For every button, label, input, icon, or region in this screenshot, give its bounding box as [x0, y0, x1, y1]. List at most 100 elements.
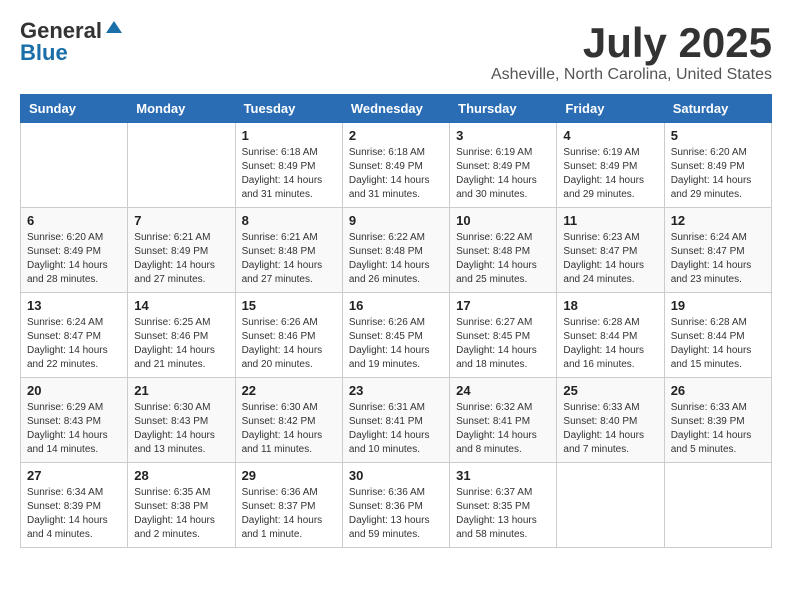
calendar-cell: 30 Sunrise: 6:36 AM Sunset: 8:36 PM Dayli…	[342, 463, 449, 548]
calendar-week-1: 1Sunrise: 6:18 AM Sunset: 8:49 PM Daylig…	[21, 123, 772, 208]
day-number: 3	[456, 128, 550, 143]
day-info: Sunrise: 6:22 AM Sunset: 8:48 PM Dayligh…	[456, 231, 550, 287]
calendar-cell: 20Sunrise: 6:29 AM Sunset: 8:43 PM Dayli…	[21, 378, 128, 463]
day-info: Sunrise: 6:32 AM Sunset: 8:41 PM Dayligh…	[456, 401, 550, 457]
calendar-cell: 18 Sunrise: 6:28 AM Sunset: 8:44 PM Dayli…	[557, 293, 664, 378]
day-number: 30	[349, 468, 443, 483]
calendar-week-3: 13 Sunrise: 6:24 AM Sunset: 8:47 PM Dayli…	[21, 293, 772, 378]
calendar-cell: 31Sunrise: 6:37 AM Sunset: 8:35 PM Dayli…	[450, 463, 557, 548]
day-number: 2	[349, 128, 443, 143]
calendar-cell: 25 Sunrise: 6:33 AM Sunset: 8:40 PM Dayli…	[557, 378, 664, 463]
day-info: Sunrise: 6:21 AM Sunset: 8:49 PM Dayligh…	[134, 231, 228, 287]
calendar-cell: 21Sunrise: 6:30 AM Sunset: 8:43 PM Dayli…	[128, 378, 235, 463]
day-info: Sunrise: 6:31 AM Sunset: 8:41 PM Dayligh…	[349, 401, 443, 457]
calendar-week-4: 20Sunrise: 6:29 AM Sunset: 8:43 PM Dayli…	[21, 378, 772, 463]
day-number: 25	[563, 383, 657, 398]
day-info: Sunrise: 6:36 AM Sunset: 8:37 PM Dayligh…	[242, 486, 336, 542]
col-tuesday: Tuesday	[235, 95, 342, 123]
day-info: Sunrise: 6:34 AM Sunset: 8:39 PM Dayligh…	[27, 486, 121, 542]
day-number: 12	[671, 213, 765, 228]
day-info: Sunrise: 6:20 AM Sunset: 8:49 PM Dayligh…	[27, 231, 121, 287]
calendar-cell: 28 Sunrise: 6:35 AM Sunset: 8:38 PM Dayli…	[128, 463, 235, 548]
calendar-cell: 3 Sunrise: 6:19 AM Sunset: 8:49 PM Daylig…	[450, 123, 557, 208]
day-info: Sunrise: 6:35 AM Sunset: 8:38 PM Dayligh…	[134, 486, 228, 542]
day-info: Sunrise: 6:19 AM Sunset: 8:49 PM Dayligh…	[456, 146, 550, 202]
title-section: July 2025 Asheville, North Carolina, Uni…	[491, 20, 772, 84]
day-number: 8	[242, 213, 336, 228]
calendar-cell: 19 Sunrise: 6:28 AM Sunset: 8:44 PM Dayli…	[664, 293, 771, 378]
day-number: 6	[27, 213, 121, 228]
calendar-body: 1Sunrise: 6:18 AM Sunset: 8:49 PM Daylig…	[21, 123, 772, 548]
calendar-cell: 1Sunrise: 6:18 AM Sunset: 8:49 PM Daylig…	[235, 123, 342, 208]
calendar-cell: 22Sunrise: 6:30 AM Sunset: 8:42 PM Dayli…	[235, 378, 342, 463]
day-info: Sunrise: 6:20 AM Sunset: 8:49 PM Dayligh…	[671, 146, 765, 202]
calendar-cell: 10 Sunrise: 6:22 AM Sunset: 8:48 PM Dayli…	[450, 208, 557, 293]
day-info: Sunrise: 6:28 AM Sunset: 8:44 PM Dayligh…	[563, 316, 657, 372]
day-number: 18	[563, 298, 657, 313]
calendar-cell: 12 Sunrise: 6:24 AM Sunset: 8:47 PM Dayli…	[664, 208, 771, 293]
col-wednesday: Wednesday	[342, 95, 449, 123]
day-number: 4	[563, 128, 657, 143]
day-info: Sunrise: 6:18 AM Sunset: 8:49 PM Dayligh…	[242, 146, 336, 202]
calendar-title: July 2025	[491, 20, 772, 66]
col-friday: Friday	[557, 95, 664, 123]
day-info: Sunrise: 6:24 AM Sunset: 8:47 PM Dayligh…	[27, 316, 121, 372]
calendar-cell: 13 Sunrise: 6:24 AM Sunset: 8:47 PM Dayli…	[21, 293, 128, 378]
calendar-cell: 7Sunrise: 6:21 AM Sunset: 8:49 PM Daylig…	[128, 208, 235, 293]
day-info: Sunrise: 6:18 AM Sunset: 8:49 PM Dayligh…	[349, 146, 443, 202]
calendar-cell: 29 Sunrise: 6:36 AM Sunset: 8:37 PM Dayli…	[235, 463, 342, 548]
day-number: 14	[134, 298, 228, 313]
day-number: 11	[563, 213, 657, 228]
day-number: 19	[671, 298, 765, 313]
day-info: Sunrise: 6:19 AM Sunset: 8:49 PM Dayligh…	[563, 146, 657, 202]
day-info: Sunrise: 6:27 AM Sunset: 8:45 PM Dayligh…	[456, 316, 550, 372]
calendar-cell: 14 Sunrise: 6:25 AM Sunset: 8:46 PM Dayli…	[128, 293, 235, 378]
day-info: Sunrise: 6:26 AM Sunset: 8:45 PM Dayligh…	[349, 316, 443, 372]
day-info: Sunrise: 6:24 AM Sunset: 8:47 PM Dayligh…	[671, 231, 765, 287]
day-info: Sunrise: 6:29 AM Sunset: 8:43 PM Dayligh…	[27, 401, 121, 457]
day-number: 26	[671, 383, 765, 398]
day-info: Sunrise: 6:28 AM Sunset: 8:44 PM Dayligh…	[671, 316, 765, 372]
day-number: 15	[242, 298, 336, 313]
calendar-cell: 16 Sunrise: 6:26 AM Sunset: 8:45 PM Dayli…	[342, 293, 449, 378]
calendar-cell: 27 Sunrise: 6:34 AM Sunset: 8:39 PM Dayli…	[21, 463, 128, 548]
day-number: 29	[242, 468, 336, 483]
logo-general-text: General	[20, 20, 102, 42]
calendar-subtitle: Asheville, North Carolina, United States	[491, 66, 772, 84]
logo-blue-text: Blue	[20, 42, 68, 64]
day-number: 9	[349, 213, 443, 228]
calendar-table: Sunday Monday Tuesday Wednesday Thursday…	[20, 94, 772, 548]
day-number: 22	[242, 383, 336, 398]
calendar-week-5: 27 Sunrise: 6:34 AM Sunset: 8:39 PM Dayli…	[21, 463, 772, 548]
day-info: Sunrise: 6:36 AM Sunset: 8:36 PM Dayligh…	[349, 486, 443, 542]
calendar-header: Sunday Monday Tuesday Wednesday Thursday…	[21, 95, 772, 123]
calendar-cell	[664, 463, 771, 548]
calendar-cell	[21, 123, 128, 208]
calendar-cell: 6 Sunrise: 6:20 AM Sunset: 8:49 PM Daylig…	[21, 208, 128, 293]
day-number: 10	[456, 213, 550, 228]
day-number: 17	[456, 298, 550, 313]
day-info: Sunrise: 6:23 AM Sunset: 8:47 PM Dayligh…	[563, 231, 657, 287]
calendar-cell	[128, 123, 235, 208]
calendar-cell: 9 Sunrise: 6:22 AM Sunset: 8:48 PM Daylig…	[342, 208, 449, 293]
page-header: General Blue July 2025 Asheville, North …	[20, 20, 772, 84]
day-number: 23	[349, 383, 443, 398]
day-info: Sunrise: 6:25 AM Sunset: 8:46 PM Dayligh…	[134, 316, 228, 372]
calendar-cell: 4 Sunrise: 6:19 AM Sunset: 8:49 PM Daylig…	[557, 123, 664, 208]
day-number: 28	[134, 468, 228, 483]
day-info: Sunrise: 6:22 AM Sunset: 8:48 PM Dayligh…	[349, 231, 443, 287]
logo: General Blue	[20, 20, 124, 64]
day-number: 27	[27, 468, 121, 483]
calendar-cell: 23 Sunrise: 6:31 AM Sunset: 8:41 PM Dayli…	[342, 378, 449, 463]
day-info: Sunrise: 6:33 AM Sunset: 8:40 PM Dayligh…	[563, 401, 657, 457]
calendar-cell: 11 Sunrise: 6:23 AM Sunset: 8:47 PM Dayli…	[557, 208, 664, 293]
calendar-cell: 8 Sunrise: 6:21 AM Sunset: 8:48 PM Daylig…	[235, 208, 342, 293]
header-row: Sunday Monday Tuesday Wednesday Thursday…	[21, 95, 772, 123]
day-number: 13	[27, 298, 121, 313]
day-info: Sunrise: 6:21 AM Sunset: 8:48 PM Dayligh…	[242, 231, 336, 287]
day-info: Sunrise: 6:33 AM Sunset: 8:39 PM Dayligh…	[671, 401, 765, 457]
calendar-week-2: 6 Sunrise: 6:20 AM Sunset: 8:49 PM Daylig…	[21, 208, 772, 293]
calendar-cell: 17 Sunrise: 6:27 AM Sunset: 8:45 PM Dayli…	[450, 293, 557, 378]
day-number: 16	[349, 298, 443, 313]
calendar-cell: 5Sunrise: 6:20 AM Sunset: 8:49 PM Daylig…	[664, 123, 771, 208]
